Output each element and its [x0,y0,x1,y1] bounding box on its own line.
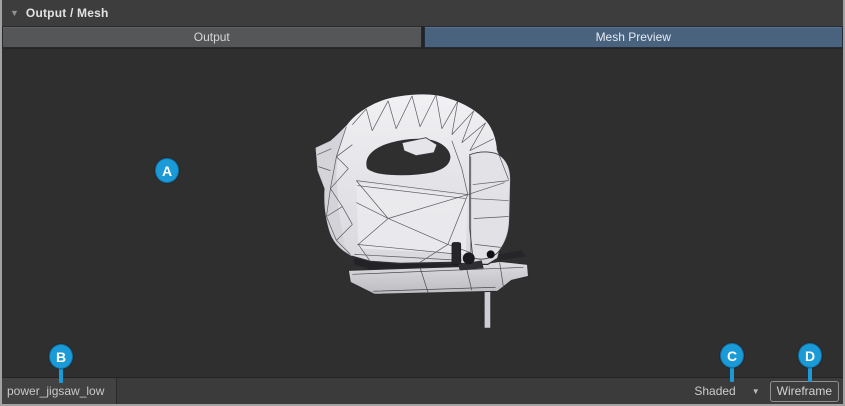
preview-status-bar: power_jigsaw_low Shaded ▼ Wireframe [2,377,843,404]
tab-bar: Output Mesh Preview [2,26,843,48]
shading-mode-value: Shaded [694,384,735,398]
mesh-name-label: power_jigsaw_low [2,378,117,404]
shading-mode-dropdown[interactable]: Shaded ▼ [688,378,769,404]
tab-mesh-preview[interactable]: Mesh Preview [424,26,844,48]
tab-output[interactable]: Output [2,26,422,48]
mesh-preview-area[interactable] [2,48,843,377]
panel-header: ▼ Output / Mesh [2,0,843,26]
jigsaw-mesh-wireframe [2,49,843,377]
wireframe-button[interactable]: Wireframe [770,381,839,402]
panel-title: Output / Mesh [26,6,109,20]
foldout-triangle-icon[interactable]: ▼ [10,9,19,18]
output-mesh-panel: ▼ Output / Mesh Output Mesh Preview [0,0,845,406]
chevron-down-icon: ▼ [752,387,760,396]
status-bar-spacer [117,378,688,404]
